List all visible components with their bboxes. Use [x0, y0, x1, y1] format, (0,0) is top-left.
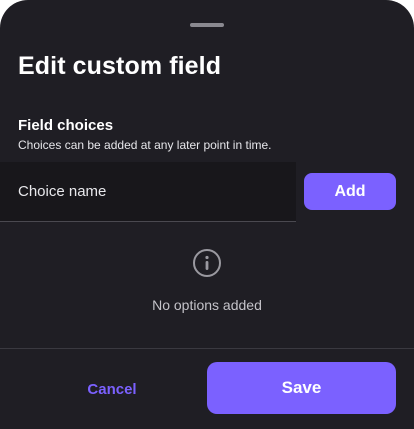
edit-custom-field-sheet: Edit custom field Field choices Choices …	[0, 0, 414, 429]
footer-divider	[0, 348, 414, 349]
save-button[interactable]: Save	[207, 362, 396, 414]
empty-state: No options added	[0, 248, 414, 313]
info-icon	[192, 248, 222, 278]
choice-name-input[interactable]	[0, 162, 296, 222]
dialog-title: Edit custom field	[18, 52, 222, 80]
field-choices-hint: Choices can be added at any later point …	[18, 138, 272, 152]
field-choices-label: Field choices	[18, 117, 114, 134]
drag-handle[interactable]	[190, 23, 224, 27]
add-choice-button[interactable]: Add	[304, 173, 396, 210]
cancel-button[interactable]: Cancel	[62, 372, 162, 406]
empty-state-message: No options added	[152, 297, 262, 313]
